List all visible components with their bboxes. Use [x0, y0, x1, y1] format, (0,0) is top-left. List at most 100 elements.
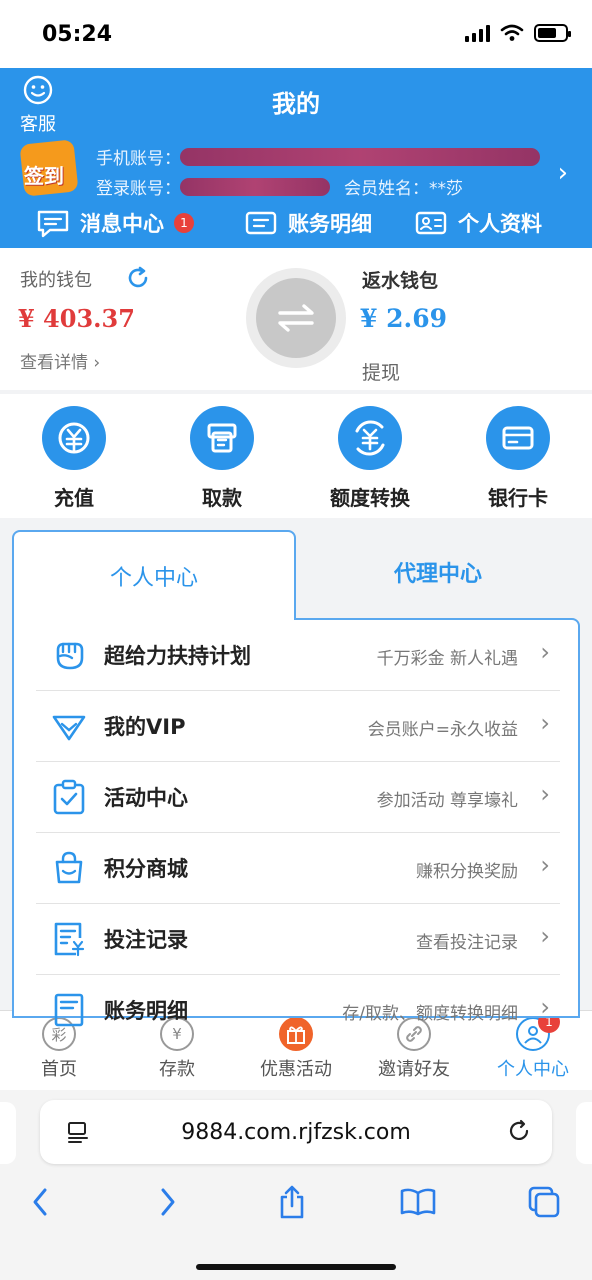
- signin-label: 签到: [24, 164, 64, 188]
- member-name-value: **莎: [429, 179, 463, 199]
- chevron-right-icon: ›: [540, 922, 550, 950]
- chevron-right-icon: [161, 1188, 175, 1216]
- wifi-icon: [500, 24, 524, 41]
- url-text: 9884.com.rjfzsk.com: [181, 1120, 411, 1145]
- chevron-left-icon: [33, 1188, 47, 1216]
- home-indicator: [196, 1264, 396, 1270]
- tabbar-label: 优惠活动: [260, 1059, 332, 1080]
- menu-subtitle: 会员账户=永久收益: [367, 720, 518, 740]
- tabbar-label: 邀请好友: [378, 1059, 450, 1080]
- signin-button[interactable]: 签到: [16, 138, 80, 198]
- action-label: 取款: [202, 486, 242, 510]
- page-title: 我的: [272, 90, 320, 118]
- action-label: 额度转换: [330, 486, 410, 510]
- next-tab-preview[interactable]: [576, 1102, 592, 1164]
- quick-link-label: 个人资料: [458, 212, 542, 236]
- chevron-right-icon: ›: [540, 993, 550, 1021]
- my-wallet-label: 我的钱包: [20, 270, 92, 291]
- ledger-icon: [245, 211, 277, 235]
- action-label: 银行卡: [488, 486, 548, 510]
- cellular-signal-icon: [465, 24, 490, 42]
- share-icon: [280, 1185, 304, 1219]
- phone-account-label: 手机账号：: [96, 149, 181, 169]
- tabbar-label: 存款: [159, 1059, 195, 1080]
- tabbar-label: 首页: [41, 1059, 77, 1080]
- status-bar: 05:24: [0, 0, 592, 68]
- view-details-link[interactable]: 查看详情 ›: [20, 348, 100, 373]
- ledger-list-icon: [54, 993, 84, 1027]
- tab-label: 个人中心: [109, 566, 198, 591]
- view-details-label: 查看详情: [20, 353, 88, 373]
- browser-chrome: 9884.com.rjfzsk.com: [0, 1090, 592, 1280]
- menu-title: 投注记录: [104, 928, 188, 952]
- book-icon: [400, 1188, 436, 1216]
- chevron-right-icon: ›: [540, 709, 550, 737]
- bookmarks-button[interactable]: [394, 1182, 442, 1222]
- menu-item-support-plan[interactable]: 超给力扶持计划 千万彩金 新人礼遇 ›: [36, 620, 560, 691]
- bet-record-icon: [54, 922, 85, 957]
- menu-subtitle: 查看投注记录: [416, 933, 518, 953]
- menu-item-points-mall[interactable]: 积分商城 赚积分换奖励 ›: [36, 833, 560, 904]
- menu-item-vip[interactable]: 我的VIP 会员账户=永久收益 ›: [36, 691, 560, 762]
- refresh-icon[interactable]: [126, 266, 150, 290]
- member-name-label: 会员姓名：: [344, 179, 429, 199]
- tabbar-label: 个人中心: [497, 1059, 569, 1080]
- swap-arrows-icon: [256, 278, 336, 358]
- message-badge: 1: [174, 213, 194, 233]
- shopping-bag-icon: [55, 851, 83, 884]
- address-bar[interactable]: 9884.com.rjfzsk.com: [40, 1100, 552, 1164]
- tab-label: 代理中心: [393, 562, 482, 587]
- menu-item-ledger[interactable]: 账务明细 存/取款、额度转换明细 ›: [36, 975, 560, 1046]
- profile-header: 客服 我的 签到 手机账号： 登录账号： 会员姓名：**莎 › 消息中心 1 账…: [0, 68, 592, 248]
- quick-actions: 充值 取款 额度转换 银行卡: [0, 394, 592, 518]
- withdraw-atm-icon: [190, 406, 254, 470]
- transfer-icon: [338, 406, 402, 470]
- tab-personal-center[interactable]: 个人中心: [12, 530, 296, 620]
- reload-icon[interactable]: [506, 1118, 532, 1144]
- quick-link-label: 账务明细: [288, 212, 372, 236]
- login-account-label: 登录账号：: [96, 179, 181, 199]
- menu-item-bet-records[interactable]: 投注记录 查看投注记录 ›: [36, 904, 560, 975]
- share-button[interactable]: [268, 1182, 316, 1222]
- action-bank-card[interactable]: 银行卡: [458, 406, 578, 511]
- quick-link-profile[interactable]: 个人资料: [414, 208, 542, 238]
- profile-card-icon: [415, 211, 447, 235]
- back-button[interactable]: [16, 1182, 64, 1222]
- status-time: 05:24: [42, 22, 113, 47]
- chevron-right-icon: ›: [540, 851, 550, 879]
- action-recharge[interactable]: 充值: [14, 406, 134, 511]
- tabs-button[interactable]: [520, 1182, 568, 1222]
- menu-list: 超给力扶持计划 千万彩金 新人礼遇 › 我的VIP 会员账户=永久收益 › 活动…: [12, 618, 580, 1027]
- quick-link-messages[interactable]: 消息中心 1: [36, 208, 194, 238]
- quick-link-label: 消息中心: [80, 212, 164, 236]
- chevron-right-icon: ›: [540, 780, 550, 808]
- clipboard-check-icon: [53, 779, 85, 815]
- menu-title: 超给力扶持计划: [104, 644, 251, 668]
- menu-subtitle: 参加活动 尊享壕礼: [376, 791, 518, 811]
- battery-icon: [534, 24, 571, 42]
- chevron-right-icon[interactable]: ›: [558, 158, 568, 188]
- action-transfer[interactable]: 额度转换: [310, 406, 430, 511]
- previous-tab-preview[interactable]: [0, 1102, 16, 1164]
- forward-button[interactable]: [144, 1182, 192, 1222]
- action-withdraw[interactable]: 取款: [162, 406, 282, 511]
- chevron-right-icon: ›: [540, 638, 550, 666]
- menu-title: 账务明细: [104, 999, 188, 1023]
- menu-subtitle: 千万彩金 新人礼遇: [376, 649, 518, 669]
- menu-title: 活动中心: [104, 786, 188, 810]
- tab-agent-center[interactable]: 代理中心: [296, 530, 580, 618]
- wallet-card: 我的钱包 ¥ 403.37 查看详情 › 返水钱包 ¥ 2.69 提现: [0, 248, 592, 390]
- rebate-wallet-amount: ¥ 2.69: [360, 304, 447, 333]
- bank-card-icon: [486, 406, 550, 470]
- tabs-icon: [528, 1186, 560, 1218]
- redaction-scribble: [180, 148, 540, 166]
- wallet-swap-button[interactable]: [246, 268, 346, 368]
- redaction-scribble: [180, 178, 330, 196]
- withdraw-link[interactable]: 提现: [362, 358, 400, 385]
- message-icon: [37, 210, 69, 238]
- center-panel: 个人中心 代理中心 超给力扶持计划 千万彩金 新人礼遇 › 我的VIP 会员账户…: [12, 530, 580, 1027]
- member-name: 会员姓名：**莎: [344, 174, 463, 199]
- status-icons: [465, 24, 571, 42]
- menu-item-activity-center[interactable]: 活动中心 参加活动 尊享壕礼 ›: [36, 762, 560, 833]
- quick-link-ledger[interactable]: 账务明细: [244, 208, 372, 238]
